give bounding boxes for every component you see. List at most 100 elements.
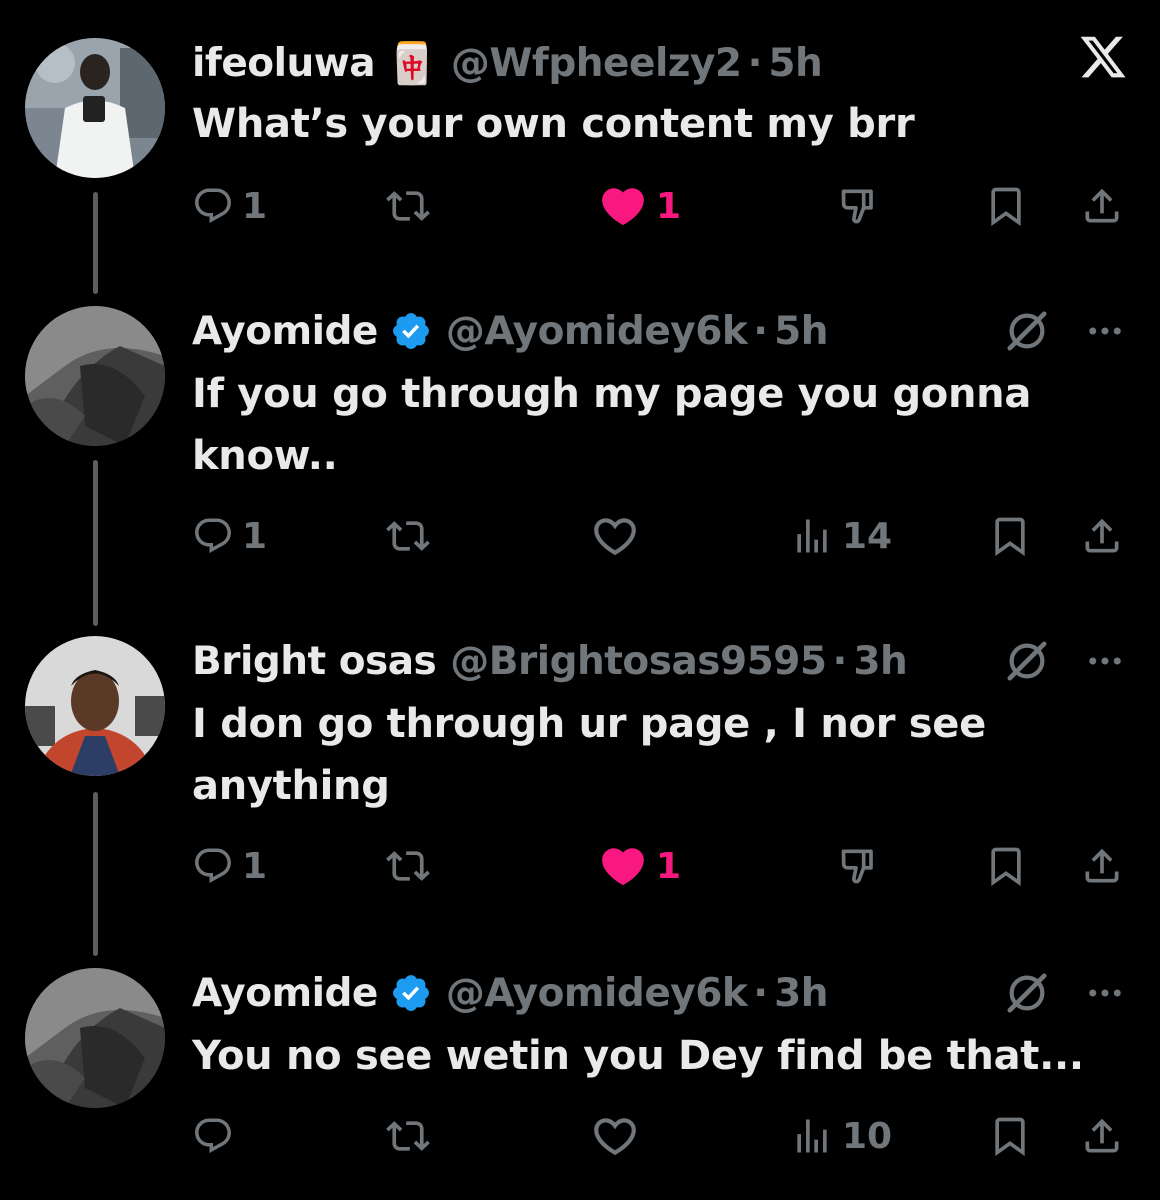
thread-connector xyxy=(93,460,98,626)
grok-icon[interactable] xyxy=(1004,306,1050,356)
bookmark-icon xyxy=(988,514,1032,558)
heart-outline-icon xyxy=(590,511,640,561)
tweet-header: Ayomide @Ayomidey6k · 5h xyxy=(192,306,829,356)
reply-icon xyxy=(192,845,234,887)
like-button[interactable] xyxy=(590,1106,640,1166)
avatar[interactable] xyxy=(25,38,165,178)
share-icon xyxy=(1080,844,1124,888)
timestamp[interactable]: 3h xyxy=(853,639,907,684)
grok-icon[interactable] xyxy=(1004,968,1050,1018)
reply-button[interactable] xyxy=(192,1106,234,1166)
downvote-button[interactable] xyxy=(838,836,882,896)
action-bar: 1 1 xyxy=(0,176,1160,236)
downvote-button[interactable] xyxy=(838,176,882,236)
share-icon xyxy=(1080,184,1124,228)
more-options-icon[interactable] xyxy=(1084,968,1126,1018)
bookmark-button[interactable] xyxy=(984,836,1028,896)
views-button[interactable]: 14 xyxy=(790,506,892,566)
avatar[interactable] xyxy=(25,306,165,446)
bookmark-icon xyxy=(988,1114,1032,1158)
thread: ifeoluwa 🀄 @Wfpheelzy2 · 5h What’s your … xyxy=(0,0,1160,1200)
heart-filled-icon xyxy=(598,181,648,231)
tweet-header: Bright osas @Brightosas9595 · 3h xyxy=(192,636,908,686)
tweet-text: You no see wetin you Dey find be that... xyxy=(192,1033,1084,1079)
display-name[interactable]: Bright osas xyxy=(192,639,437,684)
grok-icon[interactable] xyxy=(1004,636,1050,686)
verified-badge-icon xyxy=(390,310,432,352)
reply-icon xyxy=(192,185,234,227)
share-icon xyxy=(1080,1114,1124,1158)
tweet-header: Ayomide @Ayomidey6k · 3h xyxy=(192,968,829,1018)
bookmark-button[interactable] xyxy=(988,506,1032,566)
retweet-button[interactable] xyxy=(386,836,430,896)
heart-filled-icon xyxy=(598,841,648,891)
share-button[interactable] xyxy=(1080,1106,1124,1166)
display-name[interactable]: Ayomide xyxy=(192,971,378,1016)
reply-button[interactable]: 1 xyxy=(192,176,267,236)
retweet-button[interactable] xyxy=(386,1106,430,1166)
separator-dot: · xyxy=(753,970,769,1016)
timestamp[interactable]: 5h xyxy=(774,309,828,354)
action-bar: 1 14 xyxy=(0,506,1160,566)
share-button[interactable] xyxy=(1080,836,1124,896)
reply-button[interactable]: 1 xyxy=(192,836,267,896)
reply-icon xyxy=(192,515,234,557)
reply-count: 1 xyxy=(242,185,268,227)
like-count: 1 xyxy=(656,185,682,227)
tweet-text: I don go through ur page , I nor see any… xyxy=(192,701,986,809)
like-count: 1 xyxy=(656,845,682,887)
separator-dot: · xyxy=(747,40,763,86)
retweet-button[interactable] xyxy=(386,506,430,566)
timestamp[interactable]: 5h xyxy=(768,41,822,86)
retweet-icon xyxy=(386,1114,430,1158)
bookmark-button[interactable] xyxy=(988,1106,1032,1166)
share-button[interactable] xyxy=(1080,506,1124,566)
separator-dot: · xyxy=(832,638,848,684)
thread-connector xyxy=(93,192,98,294)
bookmark-icon xyxy=(984,844,1028,888)
reply-count: 1 xyxy=(242,515,268,557)
separator-dot: · xyxy=(753,308,769,354)
tweet-text: What’s your own content my brr xyxy=(192,101,915,147)
like-button[interactable]: 1 xyxy=(598,836,681,896)
tweet-text: If you go through my page you gonna know… xyxy=(192,371,1032,479)
more-options-icon[interactable] xyxy=(1084,306,1126,356)
bookmark-icon xyxy=(984,184,1028,228)
retweet-icon xyxy=(386,844,430,888)
action-bar: 1 1 xyxy=(0,836,1160,896)
mahjong-emoji: 🀄 xyxy=(387,40,437,87)
x-logo-icon[interactable] xyxy=(1078,32,1128,82)
display-name[interactable]: Ayomide xyxy=(192,309,378,354)
display-name[interactable]: ifeoluwa xyxy=(192,41,376,86)
user-handle[interactable]: @Ayomidey6k xyxy=(446,971,748,1016)
user-handle[interactable]: @Ayomidey6k xyxy=(446,309,748,354)
like-button[interactable] xyxy=(590,506,640,566)
thumbs-down-icon xyxy=(838,184,882,228)
views-button[interactable]: 10 xyxy=(790,1106,892,1166)
heart-outline-icon xyxy=(590,1111,640,1161)
reply-icon xyxy=(192,1115,234,1157)
tweet-header: ifeoluwa 🀄 @Wfpheelzy2 · 5h xyxy=(192,38,823,88)
avatar[interactable] xyxy=(25,968,165,1108)
timestamp[interactable]: 3h xyxy=(774,971,828,1016)
retweet-icon xyxy=(386,514,430,558)
like-button[interactable]: 1 xyxy=(598,176,681,236)
action-bar: 10 xyxy=(0,1106,1160,1166)
verified-badge-icon xyxy=(390,972,432,1014)
retweet-icon xyxy=(386,184,430,228)
thumbs-down-icon xyxy=(838,844,882,888)
bookmark-button[interactable] xyxy=(984,176,1028,236)
thread-connector xyxy=(93,792,98,956)
user-handle[interactable]: @Wfpheelzy2 xyxy=(451,41,742,86)
retweet-button[interactable] xyxy=(386,176,430,236)
user-handle[interactable]: @Brightosas9595 xyxy=(450,639,827,684)
reply-button[interactable]: 1 xyxy=(192,506,267,566)
reply-count: 1 xyxy=(242,845,268,887)
share-icon xyxy=(1080,514,1124,558)
avatar[interactable] xyxy=(25,636,165,776)
view-count: 14 xyxy=(842,515,893,557)
share-button[interactable] xyxy=(1080,176,1124,236)
more-options-icon[interactable] xyxy=(1084,636,1126,686)
views-icon xyxy=(790,1114,834,1158)
view-count: 10 xyxy=(842,1115,893,1157)
